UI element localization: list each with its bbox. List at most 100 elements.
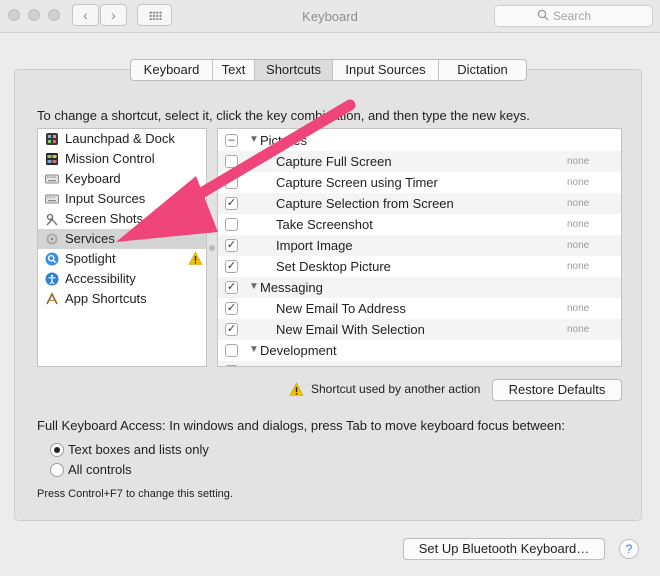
shortcut-label: Import Image	[276, 238, 353, 253]
shortcut-key[interactable]: none	[567, 261, 589, 272]
shortcut-group-row[interactable]: ▼ Development	[218, 340, 621, 361]
shortcut-table[interactable]: – ▼ Pictures Capture Full Screen none Ca…	[217, 128, 622, 367]
shortcut-label: New Email With Selection	[276, 322, 425, 337]
shortcut-label: Capture Screen using Timer	[276, 175, 438, 190]
shortcut-key[interactable]: none	[567, 198, 589, 209]
instructions-text: To change a shortcut, select it, click t…	[37, 108, 530, 123]
shortcut-label: Set Desktop Picture	[276, 259, 391, 274]
shortcut-key[interactable]: none	[567, 240, 589, 251]
search-icon	[537, 9, 549, 24]
full-keyboard-access-label: Full Keyboard Access: In windows and dia…	[37, 418, 565, 433]
group-label: Messaging	[260, 280, 323, 295]
keyboard-icon	[45, 174, 59, 184]
warning-icon	[188, 251, 203, 265]
tab-text[interactable]: Text	[213, 60, 255, 80]
category-label: Spotlight	[65, 251, 116, 266]
shortcut-key[interactable]: none	[567, 177, 589, 188]
split-view-handle[interactable]	[209, 245, 215, 251]
radio-label-text-boxes[interactable]: Text boxes and lists only	[68, 442, 209, 457]
conflict-note-text: Shortcut used by another action	[311, 382, 481, 396]
shortcut-checkbox[interactable]	[225, 218, 238, 231]
group-checkbox-mixed[interactable]: –	[225, 134, 238, 147]
full-keyboard-access-hint: Press Control+F7 to change this setting.	[37, 488, 233, 500]
group-label: Pictures	[260, 133, 307, 148]
shortcut-row[interactable]: Capture Full Screen none	[218, 151, 621, 172]
shortcut-row[interactable]: ✓ Set Desktop Picture none	[218, 256, 621, 277]
disclosure-triangle-icon[interactable]: ▼	[249, 344, 259, 355]
gear-icon	[46, 233, 58, 245]
help-button[interactable]: ?	[619, 539, 639, 559]
group-checkbox[interactable]	[225, 344, 238, 357]
tab-bar: Keyboard Text Shortcuts Input Sources Di…	[130, 59, 527, 81]
shortcut-group-row[interactable]: – ▼ Pictures	[218, 130, 621, 151]
category-app-shortcuts[interactable]: App Shortcuts	[38, 289, 206, 309]
shortcut-row[interactable]: ✓ Capture Selection from Screen none	[218, 193, 621, 214]
category-label: Screen Shots	[65, 211, 144, 226]
shortcut-checkbox[interactable]: ✓	[225, 302, 238, 315]
category-list[interactable]: Launchpad & Dock Mission Control Keyboar…	[37, 128, 207, 367]
shortcut-checkbox[interactable]	[225, 176, 238, 189]
disclosure-triangle-icon[interactable]: ▼	[249, 134, 259, 145]
shortcut-row[interactable]: ✓ New Email To Address none	[218, 298, 621, 319]
tab-shortcuts[interactable]: Shortcuts	[255, 60, 333, 80]
shortcut-key[interactable]: none	[567, 156, 589, 167]
category-accessibility[interactable]: Accessibility	[38, 269, 206, 289]
category-mission-control[interactable]: Mission Control	[38, 149, 206, 169]
screenshot-icon	[46, 213, 58, 226]
search-field[interactable]	[494, 5, 653, 27]
category-input-sources[interactable]: Input Sources	[38, 189, 206, 209]
shortcut-checkbox[interactable]	[225, 155, 238, 168]
help-icon: ?	[625, 542, 633, 556]
shortcut-key[interactable]: none	[567, 219, 589, 230]
shortcut-checkbox[interactable]: ✓	[225, 239, 238, 252]
shortcut-row[interactable]: ✓ New Email With Selection none	[218, 319, 621, 340]
category-label: Mission Control	[65, 151, 155, 166]
accessibility-icon	[45, 272, 59, 286]
shortcut-key[interactable]: none	[567, 303, 589, 314]
bluetooth-keyboard-button[interactable]: Set Up Bluetooth Keyboard…	[403, 538, 605, 560]
shortcut-row[interactable]: ✓ Import Image none	[218, 235, 621, 256]
warning-icon	[289, 382, 304, 396]
app-shortcuts-icon	[46, 292, 58, 305]
group-checkbox[interactable]: ✓	[225, 281, 238, 294]
shortcut-row[interactable]: Capture Screen using Timer none	[218, 172, 621, 193]
restore-defaults-button[interactable]: Restore Defaults	[492, 379, 622, 401]
category-label: Input Sources	[65, 191, 146, 206]
shortcut-label: New Email To Address	[276, 301, 406, 316]
tab-keyboard[interactable]: Keyboard	[131, 60, 213, 80]
shortcut-label: Take Screenshot	[276, 217, 373, 232]
tab-input-sources[interactable]: Input Sources	[333, 60, 439, 80]
category-label: Keyboard	[65, 171, 121, 186]
radio-label-all-controls[interactable]: All controls	[68, 462, 132, 477]
launchpad-icon	[46, 133, 58, 145]
search-input[interactable]	[553, 8, 648, 24]
category-label: Launchpad & Dock	[65, 131, 175, 146]
shortcut-label: Capture Full Screen	[276, 154, 392, 169]
shortcut-checkbox[interactable]: ✓	[225, 197, 238, 210]
shortcut-row-partial[interactable]	[218, 361, 621, 366]
category-label: Accessibility	[65, 271, 136, 286]
shortcut-key[interactable]: none	[567, 324, 589, 335]
tab-dictation[interactable]: Dictation	[439, 60, 526, 80]
category-screen-shots[interactable]: Screen Shots	[38, 209, 206, 229]
category-services[interactable]: Services	[38, 229, 206, 249]
category-spotlight[interactable]: Spotlight	[38, 249, 206, 269]
category-label: Services	[65, 231, 115, 246]
disclosure-triangle-icon[interactable]: ▼	[249, 281, 259, 292]
group-label: Development	[260, 343, 337, 358]
shortcut-checkbox[interactable]	[225, 365, 238, 366]
shortcut-group-row[interactable]: ✓ ▼ Messaging	[218, 277, 621, 298]
radio-all-controls[interactable]	[50, 463, 64, 477]
shortcut-row[interactable]: Take Screenshot none	[218, 214, 621, 235]
shortcut-checkbox[interactable]: ✓	[225, 323, 238, 336]
shortcut-label: Capture Selection from Screen	[276, 196, 454, 211]
input-sources-icon	[45, 194, 59, 204]
title-bar: ‹ › Keyboard	[0, 0, 660, 33]
radio-text-boxes[interactable]	[50, 443, 64, 457]
category-keyboard[interactable]: Keyboard	[38, 169, 206, 189]
mission-control-icon	[46, 153, 58, 165]
shortcut-checkbox[interactable]: ✓	[225, 260, 238, 273]
category-launchpad-dock[interactable]: Launchpad & Dock	[38, 129, 206, 149]
spotlight-icon	[45, 252, 59, 266]
category-label: App Shortcuts	[65, 291, 147, 306]
